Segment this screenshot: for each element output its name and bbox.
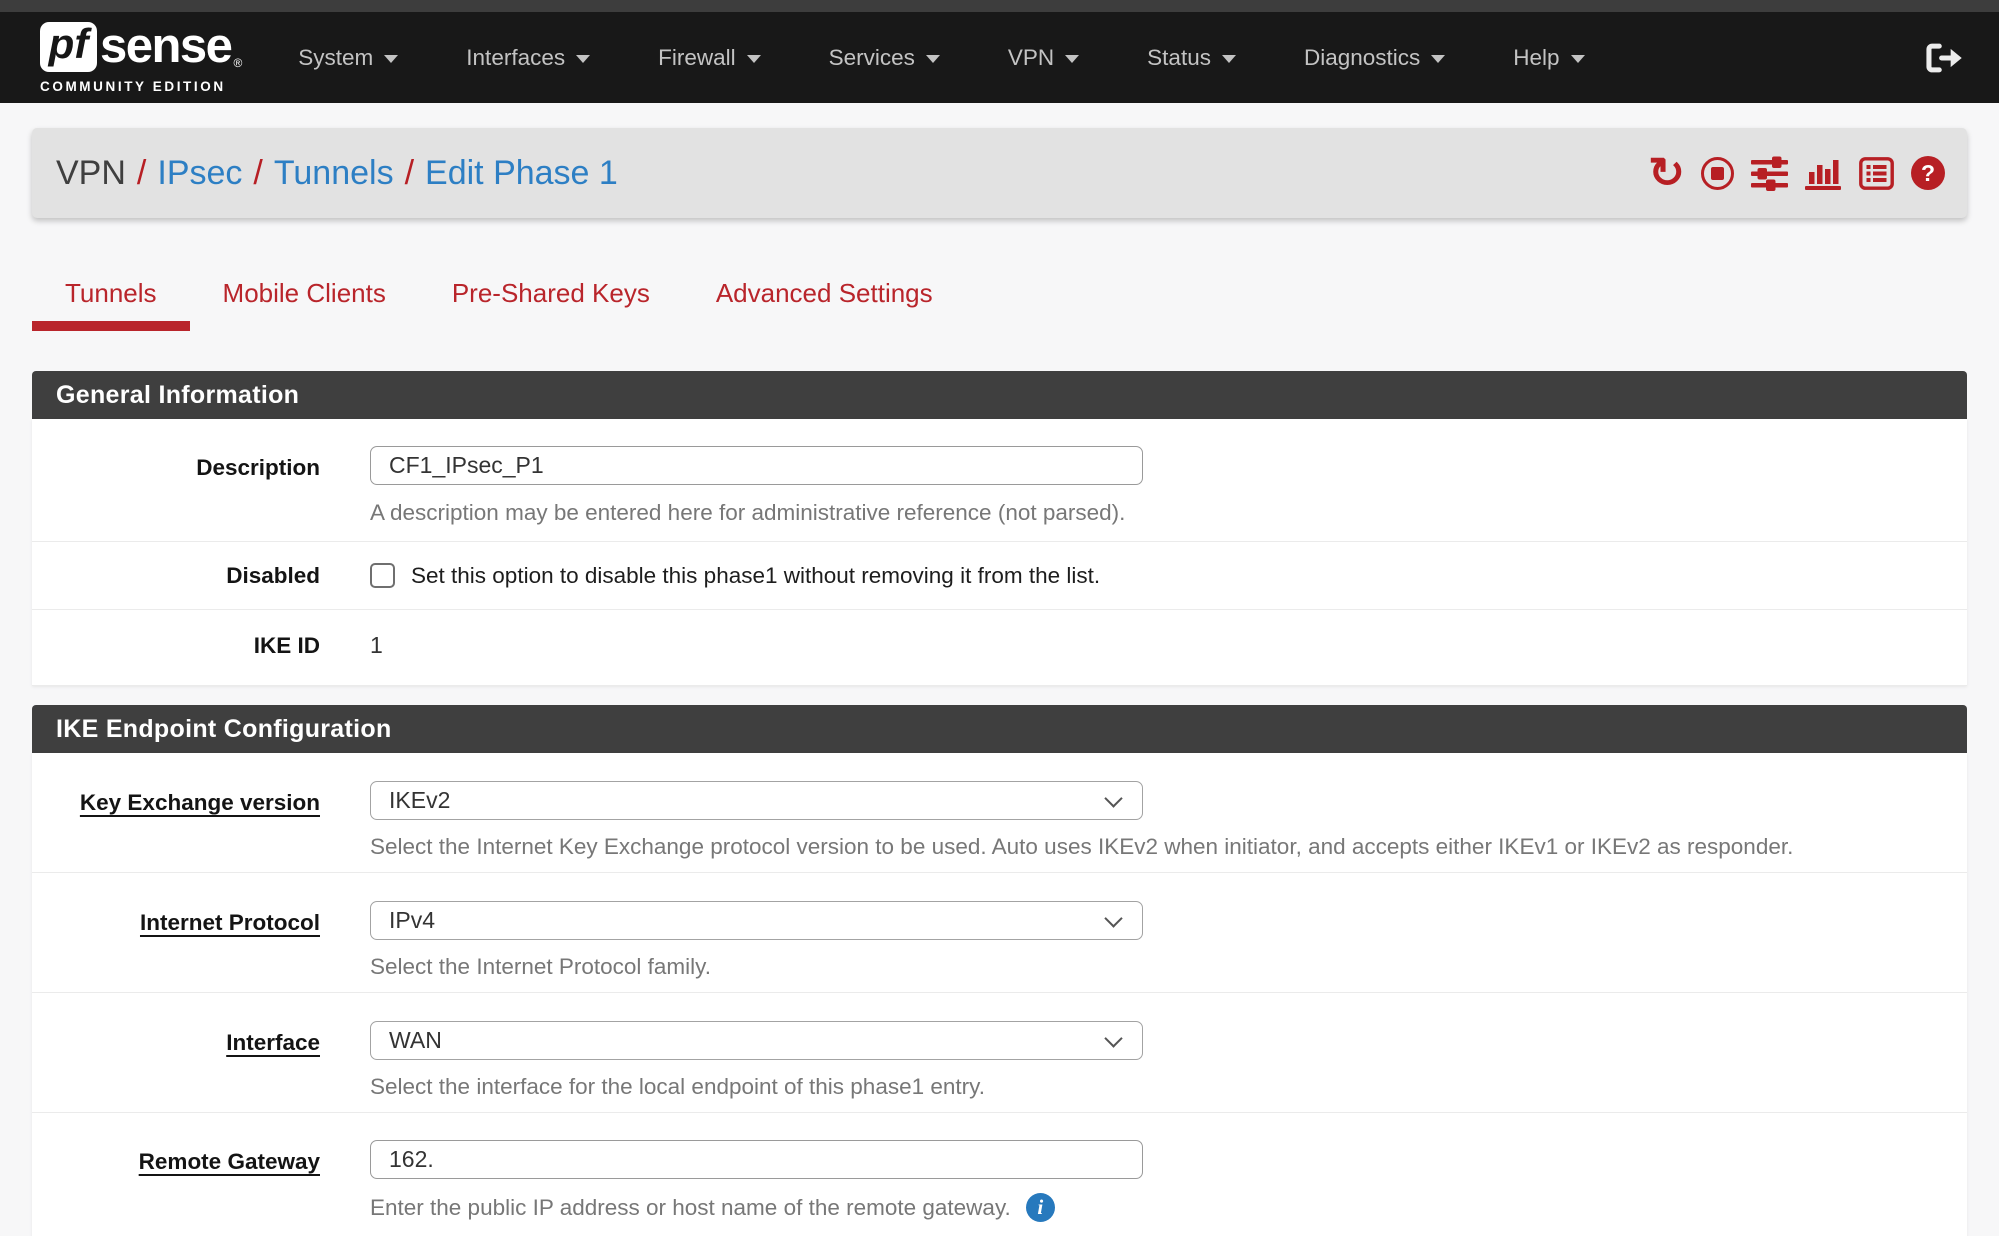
- description-row: Description A description may be entered…: [32, 419, 1967, 542]
- key-exchange-row: Key Exchange version IKEv2 Select the In…: [32, 753, 1967, 873]
- remote-gateway-label: Remote Gateway: [32, 1140, 320, 1222]
- section-title-general-information: General Information: [32, 371, 1967, 419]
- top-navbar: pf sense ® COMMUNITY EDITION System Inte…: [0, 0, 1999, 103]
- key-exchange-help-text: Select the Internet Key Exchange protoco…: [370, 834, 1967, 860]
- main-menu: System Interfaces Firewall Services VPN …: [264, 45, 1618, 71]
- bar-chart-icon[interactable]: [1805, 157, 1842, 190]
- menu-system[interactable]: System: [264, 45, 432, 71]
- interface-selected-value: WAN: [389, 1027, 442, 1054]
- general-information-section: General Information Description A descri…: [32, 371, 1967, 686]
- remote-gateway-input[interactable]: [370, 1140, 1143, 1179]
- chevron-down-icon: [1431, 55, 1445, 63]
- stop-icon[interactable]: [1701, 157, 1734, 190]
- menu-status[interactable]: Status: [1113, 45, 1270, 71]
- menu-services[interactable]: Services: [795, 45, 974, 71]
- ike-id-row: IKE ID 1: [32, 610, 1967, 686]
- ike-endpoint-section: IKE Endpoint Configuration Key Exchange …: [32, 705, 1967, 1236]
- chevron-down-icon: [1571, 55, 1585, 63]
- disabled-checkbox[interactable]: [370, 563, 395, 588]
- internet-protocol-select[interactable]: IPv4: [370, 901, 1143, 940]
- navbar-top-strip: [0, 0, 1999, 12]
- disabled-row: Disabled Set this option to disable this…: [32, 542, 1967, 610]
- logo-sense-text: sense: [100, 22, 231, 71]
- breadcrumb-link-edit-phase1[interactable]: Edit Phase 1: [425, 154, 618, 193]
- pfsense-logo[interactable]: pf sense ® COMMUNITY EDITION: [40, 22, 242, 94]
- chevron-down-icon: [1104, 789, 1122, 807]
- disabled-checkbox-text: Set this option to disable this phase1 w…: [411, 563, 1100, 589]
- menu-diagnostics[interactable]: Diagnostics: [1270, 45, 1479, 71]
- menu-firewall[interactable]: Firewall: [624, 45, 795, 71]
- chevron-down-icon: [1104, 1029, 1122, 1047]
- sign-out-icon: [1925, 42, 1963, 74]
- chevron-down-icon: [1222, 55, 1236, 63]
- breadcrumb-separator: /: [405, 154, 414, 193]
- tab-pre-shared-keys[interactable]: Pre-Shared Keys: [419, 270, 683, 331]
- breadcrumb-separator: /: [137, 154, 146, 193]
- logout-button[interactable]: [1925, 42, 1963, 74]
- list-icon[interactable]: [1859, 157, 1894, 190]
- tab-tunnels[interactable]: Tunnels: [32, 270, 190, 331]
- description-help-text: A description may be entered here for ad…: [370, 500, 1967, 526]
- menu-help[interactable]: Help: [1479, 45, 1618, 71]
- breadcrumb-link-tunnels[interactable]: Tunnels: [274, 154, 394, 193]
- info-icon[interactable]: i: [1026, 1193, 1055, 1222]
- internet-protocol-row: Internet Protocol IPv4 Select the Intern…: [32, 873, 1967, 993]
- chevron-down-icon: [1104, 909, 1122, 927]
- section-title-ike-endpoint: IKE Endpoint Configuration: [32, 705, 1967, 753]
- key-exchange-label: Key Exchange version: [32, 781, 320, 860]
- tab-mobile-clients[interactable]: Mobile Clients: [190, 270, 419, 331]
- ike-id-value: 1: [370, 632, 1967, 659]
- breadcrumb: VPN / IPsec / Tunnels / Edit Phase 1: [56, 154, 618, 193]
- pf-logo-box: pf: [40, 22, 97, 72]
- chevron-down-icon: [1065, 55, 1079, 63]
- remote-gateway-row: Remote Gateway Enter the public IP addre…: [32, 1113, 1967, 1236]
- chevron-down-icon: [384, 55, 398, 63]
- chevron-down-icon: [747, 55, 761, 63]
- community-edition-label: COMMUNITY EDITION: [40, 79, 242, 94]
- interface-help-text: Select the interface for the local endpo…: [370, 1074, 1967, 1100]
- internet-protocol-selected-value: IPv4: [389, 907, 435, 934]
- key-exchange-selected-value: IKEv2: [389, 787, 450, 814]
- interface-select[interactable]: WAN: [370, 1021, 1143, 1060]
- internet-protocol-help-text: Select the Internet Protocol family.: [370, 954, 1967, 980]
- menu-vpn[interactable]: VPN: [974, 45, 1113, 71]
- remote-gateway-help-text: Enter the public IP address or host name…: [370, 1195, 1011, 1221]
- description-label: Description: [32, 446, 320, 526]
- breadcrumb-panel: VPN / IPsec / Tunnels / Edit Phase 1 ↻: [32, 128, 1967, 218]
- chevron-down-icon: [576, 55, 590, 63]
- menu-interfaces[interactable]: Interfaces: [432, 45, 624, 71]
- page-action-icons: ↻: [1649, 156, 1945, 191]
- disabled-label: Disabled: [32, 562, 320, 589]
- interface-label: Interface: [32, 1021, 320, 1100]
- key-exchange-select[interactable]: IKEv2: [370, 781, 1143, 820]
- tab-advanced-settings[interactable]: Advanced Settings: [683, 270, 966, 331]
- description-input[interactable]: [370, 446, 1143, 485]
- refresh-icon[interactable]: ↻: [1649, 158, 1684, 188]
- breadcrumb-link-ipsec[interactable]: IPsec: [157, 154, 242, 193]
- registered-mark: ®: [233, 56, 242, 70]
- help-icon[interactable]: ?: [1911, 156, 1945, 190]
- interface-row: Interface WAN Select the interface for t…: [32, 993, 1967, 1113]
- breadcrumb-root: VPN: [56, 154, 126, 193]
- tab-bar: Tunnels Mobile Clients Pre-Shared Keys A…: [32, 270, 1967, 331]
- breadcrumb-separator: /: [253, 154, 262, 193]
- internet-protocol-label: Internet Protocol: [32, 901, 320, 980]
- ike-id-label: IKE ID: [32, 632, 320, 659]
- sliders-icon[interactable]: [1751, 156, 1788, 191]
- chevron-down-icon: [926, 55, 940, 63]
